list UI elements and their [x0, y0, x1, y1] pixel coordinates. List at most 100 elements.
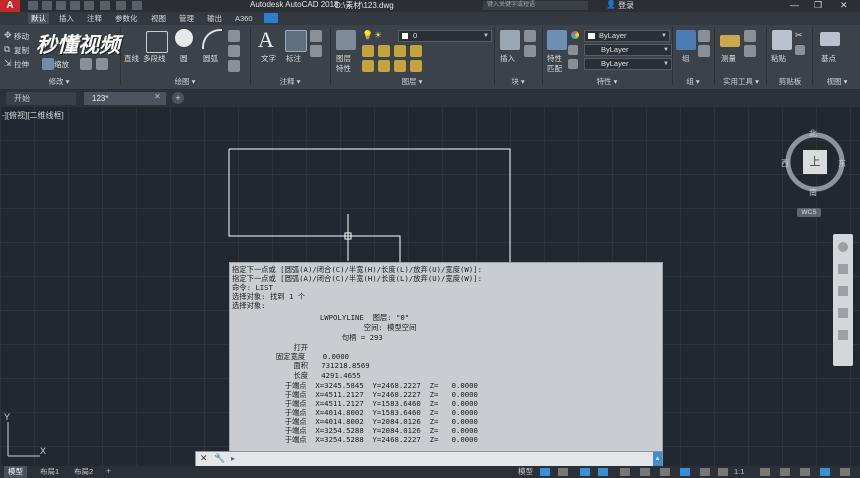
ungroup-icon[interactable]	[698, 30, 710, 42]
tab-default[interactable]: 默认	[28, 13, 49, 24]
customization-icon[interactable]	[840, 468, 850, 476]
viewcube-east[interactable]: 东	[838, 158, 846, 169]
wrench-icon[interactable]: 🔧	[214, 453, 225, 464]
redo-icon[interactable]	[116, 1, 126, 10]
trim-icon[interactable]	[96, 58, 108, 70]
selection-cycling-icon[interactable]	[700, 468, 710, 476]
clipboard-panel-title[interactable]: 剪贴板	[768, 77, 812, 87]
login-button[interactable]: 登录	[618, 0, 634, 11]
dimension-button[interactable]: 标注	[286, 53, 301, 64]
rectangle-icon[interactable]	[228, 30, 240, 42]
doc-tab-start[interactable]: 开始	[6, 92, 76, 105]
polar-icon[interactable]	[598, 468, 608, 476]
base-button[interactable]: 基点	[821, 53, 836, 64]
calculator-icon[interactable]	[744, 45, 756, 57]
new-tab-button[interactable]: +	[172, 92, 184, 104]
save-icon[interactable]	[56, 1, 66, 10]
save-as-icon[interactable]	[70, 1, 80, 10]
restore-button[interactable]: ❐	[814, 0, 822, 11]
draw-panel-title[interactable]: 绘图 ▾	[122, 77, 248, 87]
tab-output[interactable]: 输出	[204, 13, 225, 24]
copy-button[interactable]: 复制	[14, 45, 29, 56]
app-logo-button[interactable]: A	[0, 0, 20, 12]
properties-panel-title[interactable]: 特性 ▾	[544, 77, 670, 87]
command-input[interactable]	[244, 453, 644, 463]
model-space-toggle[interactable]: 模型	[518, 466, 533, 478]
cut-icon[interactable]: ✂	[795, 30, 803, 41]
command-history-window[interactable]: 指定下一点或 [圆弧(A)/闭合(C)/半宽(H)/长度(L)/放弃(U)/宽度…	[229, 262, 663, 454]
layers-panel-title[interactable]: 图层 ▾	[332, 77, 492, 87]
zoom-icon[interactable]	[838, 286, 848, 296]
boundary-icon[interactable]	[228, 60, 240, 72]
workspace-icon[interactable]	[760, 468, 770, 476]
print-icon[interactable]	[84, 1, 94, 10]
grid-icon[interactable]	[540, 468, 550, 476]
new-file-icon[interactable]	[28, 1, 38, 10]
circle-button[interactable]: 圆	[180, 53, 188, 64]
transparency-icon[interactable]	[680, 468, 690, 476]
annotation-scale[interactable]: 1:1	[734, 466, 744, 478]
orbit-icon[interactable]	[838, 308, 848, 318]
osnap-icon[interactable]	[620, 468, 630, 476]
layer-tool-icon[interactable]	[362, 60, 374, 72]
layer-tool-icon[interactable]	[378, 45, 390, 57]
tab-view[interactable]: 视图	[148, 13, 169, 24]
polyline-shape[interactable]	[228, 148, 511, 270]
edit-block-icon[interactable]	[524, 45, 536, 57]
layer-on-icon[interactable]: 💡	[362, 30, 373, 41]
pan-icon[interactable]	[838, 264, 848, 274]
hatch-icon[interactable]	[228, 45, 240, 57]
otrack-icon[interactable]	[640, 468, 650, 476]
block-panel-title[interactable]: 块 ▾	[496, 77, 540, 87]
layer-tool-icon[interactable]	[410, 60, 422, 72]
paste-button[interactable]: 粘贴	[771, 53, 786, 64]
line-button[interactable]: 直线	[124, 53, 139, 64]
steering-wheel-icon[interactable]	[838, 242, 848, 252]
leader-icon[interactable]	[310, 30, 322, 42]
viewcube-top-face[interactable]: 上	[803, 150, 827, 174]
layer-tool-icon[interactable]	[394, 60, 406, 72]
array-icon[interactable]	[80, 58, 92, 70]
layer-combo[interactable]: 0 ▼	[398, 30, 492, 42]
layer-tool-icon[interactable]	[410, 45, 422, 57]
polyline-button[interactable]: 多段线	[143, 53, 166, 64]
layout-tab-model[interactable]: 模型	[4, 466, 27, 478]
viewcube-south[interactable]: 南	[809, 187, 817, 198]
scale-button[interactable]: 缩放	[54, 59, 69, 70]
move-button[interactable]: 移动	[14, 31, 29, 42]
modify-panel-title[interactable]: 修改 ▾	[0, 77, 118, 87]
chevron-up-icon[interactable]: ▲	[653, 452, 662, 466]
annotation-monitor-icon[interactable]	[780, 468, 790, 476]
layer-tool-icon[interactable]	[378, 60, 390, 72]
tab-insert[interactable]: 插入	[56, 13, 77, 24]
isolate-objects-icon[interactable]	[820, 468, 830, 476]
viewcube-west[interactable]: 西	[781, 158, 789, 169]
ortho-icon[interactable]	[580, 468, 590, 476]
group-button[interactable]: 组	[682, 53, 690, 64]
text-button[interactable]: 文字	[261, 53, 276, 64]
annotation-panel-title[interactable]: 注释 ▾	[252, 77, 328, 87]
add-layout-button[interactable]: +	[106, 466, 111, 476]
groups-panel-title[interactable]: 组 ▾	[674, 77, 712, 87]
table-icon[interactable]	[310, 45, 322, 57]
quick-select-icon[interactable]	[744, 30, 756, 42]
stretch-button[interactable]: 拉伸	[14, 59, 29, 70]
units-icon[interactable]	[800, 468, 810, 476]
measure-button[interactable]: 测量	[721, 53, 736, 64]
tab-parametric[interactable]: 参数化	[112, 13, 141, 24]
close-icon[interactable]: ✕	[154, 92, 161, 101]
undo-icon[interactable]	[100, 1, 110, 10]
share-icon[interactable]	[132, 1, 142, 10]
viewcube-north[interactable]: 北	[809, 128, 817, 139]
tab-manage[interactable]: 管理	[176, 13, 197, 24]
search-input[interactable]: 键入关键字或短语	[483, 1, 588, 10]
snap-icon[interactable]	[558, 468, 568, 476]
wcs-menu[interactable]: WCS	[797, 208, 821, 217]
copy-clip-icon[interactable]	[795, 45, 805, 55]
annotation-visibility-icon[interactable]	[718, 468, 728, 476]
layer-tool-icon[interactable]	[362, 45, 374, 57]
layout-tab-1[interactable]: 布局1	[36, 466, 63, 478]
close-button[interactable]: ✕	[840, 0, 848, 11]
linetype-combo[interactable]: ByLayer ▼	[584, 44, 672, 56]
arc-button[interactable]: 圆弧	[203, 53, 218, 64]
